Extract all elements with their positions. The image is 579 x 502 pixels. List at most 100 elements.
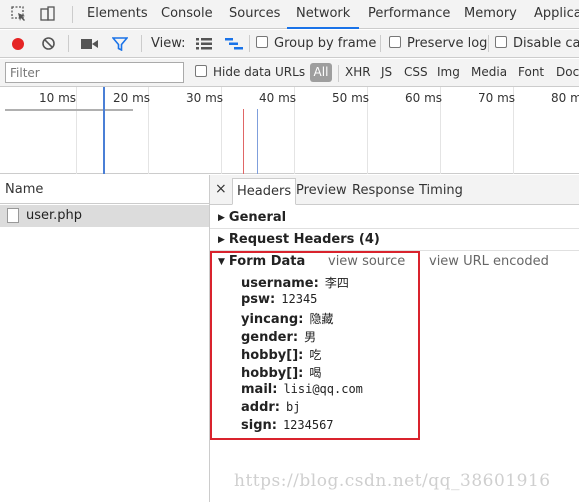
tab-response[interactable]: Response (352, 183, 414, 198)
general-section-label: General (228, 210, 287, 225)
form-field-row: addr: bj (241, 400, 300, 415)
tick-label: 50 ms (332, 91, 370, 105)
form-field-value: 喝 (309, 366, 322, 380)
general-section-toggle[interactable]: ▶ General (218, 210, 286, 225)
form-field-row: hobby[]: 吃 (241, 346, 321, 363)
form-field-key: psw: (241, 292, 276, 307)
close-icon[interactable]: × (215, 181, 227, 197)
tab-timing[interactable]: Timing (419, 183, 463, 198)
form-field-value: 12345 (281, 292, 318, 306)
toolbar-divider (488, 35, 489, 52)
form-field-value: 1234567 (282, 418, 334, 432)
view-url-encoded-link[interactable]: view URL encoded (429, 254, 549, 269)
timeline-overview[interactable]: 10 ms 20 ms 30 ms 40 ms 50 ms 60 ms 70 m… (0, 87, 579, 174)
file-icon (7, 208, 19, 223)
form-field-value: 吃 (309, 348, 322, 362)
form-field-value: 隐藏 (309, 312, 334, 326)
tab-preview[interactable]: Preview (296, 183, 347, 198)
filter-xhr-button[interactable]: XHR (345, 65, 371, 79)
details-tab-bar: × Headers Preview Response Timing (210, 175, 579, 205)
filter-css-button[interactable]: CSS (404, 65, 428, 79)
view-source-link[interactable]: view source (328, 254, 405, 269)
filter-input[interactable] (5, 62, 184, 83)
form-field-key: hobby[]: (241, 366, 304, 381)
tab-elements[interactable]: Elements (87, 0, 148, 29)
request-headers-label: Request Headers (4) (228, 232, 380, 247)
checkbox-icon (195, 65, 207, 77)
preserve-log-checkbox[interactable]: Preserve log (389, 36, 487, 51)
form-field-row: mail: lisi@qq.com (241, 382, 363, 397)
section-divider (210, 250, 579, 251)
toolbar-divider (380, 35, 381, 52)
toolbar-divider (68, 35, 69, 52)
form-data-label: Form Data (228, 254, 306, 269)
request-waterfall-bar (5, 109, 133, 111)
filter-font-button[interactable]: Font (518, 65, 544, 79)
checkbox-icon (495, 36, 507, 48)
filter-doc-button[interactable]: Doc (556, 65, 579, 79)
capture-screenshots-icon[interactable] (81, 38, 98, 54)
filter-img-button[interactable]: Img (437, 65, 460, 79)
preserve-log-label: Preserve log (407, 36, 488, 51)
form-field-value: 男 (304, 330, 317, 344)
tab-network[interactable]: Network (287, 0, 360, 29)
hide-data-urls-label: Hide data URLs (213, 65, 306, 79)
view-label: View: (151, 36, 186, 51)
request-details: × Headers Preview Response Timing ▶ Gener… (210, 175, 579, 502)
disable-cache-label: Disable cach (513, 36, 579, 51)
network-toolbar: View: Group by frame Preserve log Disabl… (0, 30, 579, 58)
expand-arrow-icon: ▶ (218, 213, 225, 223)
request-row[interactable]: user.php (0, 205, 209, 227)
tick-label: 20 ms (113, 91, 151, 105)
filter-js-button[interactable]: JS (381, 65, 392, 79)
record-button[interactable] (11, 37, 25, 55)
clear-icon[interactable] (41, 36, 56, 55)
hide-data-urls-checkbox[interactable]: Hide data URLs (195, 65, 305, 79)
form-data-section-toggle[interactable]: ▼ Form Data (218, 254, 305, 269)
tick-gridline (76, 87, 77, 174)
form-field-key: hobby[]: (241, 348, 304, 363)
tab-bar-divider (72, 6, 73, 23)
waterfall-overview-icon[interactable] (225, 38, 243, 54)
request-list: Name user.php (0, 175, 210, 502)
tab-application[interactable]: Applicat (534, 0, 579, 29)
tab-performance[interactable]: Performance (368, 0, 450, 29)
tick-label: 10 ms (39, 91, 77, 105)
inspect-element-icon[interactable] (10, 5, 28, 23)
form-field-row: yincang: 隐藏 (241, 310, 333, 327)
filter-all-button[interactable]: All (310, 63, 332, 82)
tick-label: 30 ms (186, 91, 224, 105)
filter-media-button[interactable]: Media (471, 65, 507, 79)
request-headers-section-toggle[interactable]: ▶ Request Headers (4) (218, 232, 380, 247)
filter-icon[interactable] (111, 37, 129, 55)
tab-memory[interactable]: Memory (464, 0, 517, 29)
toolbar-divider (249, 35, 250, 52)
group-by-frame-label: Group by frame (274, 36, 377, 51)
group-by-frame-checkbox[interactable]: Group by frame (256, 36, 376, 51)
form-field-key: sign: (241, 418, 277, 433)
disable-cache-checkbox[interactable]: Disable cach (495, 36, 579, 51)
form-field-row: sign: 1234567 (241, 418, 334, 433)
device-toolbar-icon[interactable] (39, 5, 57, 23)
form-field-key: yincang: (241, 312, 304, 327)
checkbox-icon (256, 36, 268, 48)
large-rows-icon[interactable] (196, 38, 212, 54)
tick-label: 70 ms (478, 91, 516, 105)
dom-content-loaded-marker (103, 87, 105, 174)
section-divider (210, 228, 579, 229)
name-column-header[interactable]: Name (0, 175, 209, 204)
form-field-row: username: 李四 (241, 274, 349, 291)
form-field-value: bj (286, 400, 301, 414)
finish-marker (257, 109, 258, 174)
form-field-row: psw: 12345 (241, 292, 317, 307)
load-event-marker (243, 109, 244, 174)
tab-console[interactable]: Console (161, 0, 213, 29)
form-field-key: username: (241, 276, 319, 291)
collapse-arrow-icon: ▼ (218, 257, 225, 267)
devtools-tab-bar: Elements Console Sources Network Perform… (0, 0, 579, 29)
tab-sources[interactable]: Sources (229, 0, 280, 29)
filter-bar: Hide data URLs All XHR JS CSS Img Media … (0, 59, 579, 87)
tab-headers[interactable]: Headers (232, 178, 297, 205)
form-field-key: mail: (241, 382, 278, 397)
tick-label: 60 ms (405, 91, 443, 105)
